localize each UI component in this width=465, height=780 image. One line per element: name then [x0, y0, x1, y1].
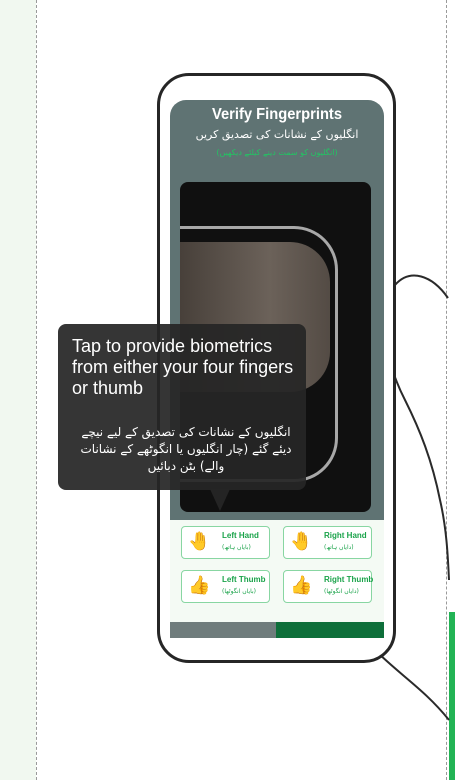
tooltip-pointer	[210, 489, 230, 511]
onboarding-tooltip: Tap to provide biometrics from either yo…	[58, 324, 306, 490]
continue-button[interactable]	[276, 622, 384, 638]
urdu-subtitle: (انگلیوں کو سمت دینے کیلئے دیکھیں)	[216, 148, 338, 157]
left-hand-icon: 🤚	[188, 531, 211, 552]
right-thumb-label: Right Thumb	[324, 575, 374, 584]
left-hand-button[interactable]: 🤚 Left Hand (بایاں ہاتھ)	[181, 526, 270, 559]
left-thumb-label: Left Thumb	[222, 575, 266, 584]
left-thumb-button[interactable]: 👍 Left Thumb (بایاں انگوٹھا)	[181, 570, 270, 603]
tooltip-english-text: Tap to provide biometrics from either yo…	[72, 336, 294, 398]
left-hand-label: Left Hand	[222, 531, 259, 540]
left-thumb-icon: 👍	[188, 575, 211, 596]
right-thumb-urdu: (دایاں انگوٹھا)	[324, 588, 359, 595]
left-thumb-urdu: (بایاں انگوٹھا)	[222, 588, 257, 595]
right-thumb-button[interactable]: 👍 Right Thumb (دایاں انگوٹھا)	[283, 570, 374, 603]
left-hand-urdu: (بایاں ہاتھ)	[222, 544, 251, 551]
hand-selection-panel: 🤚 Left Hand (بایاں ہاتھ) 🤚 Right Hand (د…	[170, 520, 384, 622]
bottom-action-bar	[170, 622, 384, 638]
tooltip-urdu-text: انگلیوں کے نشانات کی تصدیق کے لیے نیچے د…	[80, 425, 292, 473]
right-hand-icon: 🤚	[290, 531, 313, 552]
right-hand-button[interactable]: 🤚 Right Hand (دایاں ہاتھ)	[283, 526, 372, 559]
urdu-title: انگلیوں کے نشانات کی تصدیق کریں	[195, 128, 359, 141]
right-thumb-icon: 👍	[290, 575, 313, 596]
right-hand-urdu: (دایاں ہاتھ)	[324, 544, 354, 551]
right-hand-label: Right Hand	[324, 531, 367, 540]
page-title: Verify Fingerprints	[211, 106, 343, 123]
